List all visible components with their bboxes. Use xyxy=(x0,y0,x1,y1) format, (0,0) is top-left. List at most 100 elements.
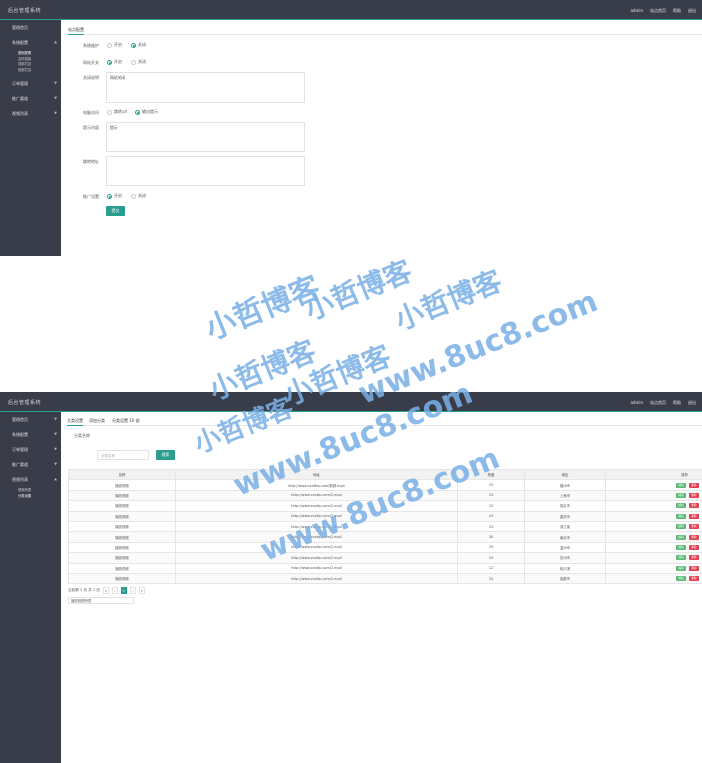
delete-button[interactable]: 删除 xyxy=(689,492,699,498)
radio-maintenance-off[interactable]: 关闭 xyxy=(131,42,146,48)
pager-next[interactable]: › xyxy=(129,587,136,594)
sidebar-subitem-bottom[interactable]: 底部栏目 xyxy=(0,68,61,74)
tab-add-category[interactable]: 添加分类 xyxy=(89,418,105,424)
sidebar-item-orders[interactable]: 订单管理 ▼ xyxy=(0,442,61,457)
radio-checked-icon xyxy=(107,59,112,65)
pager-first[interactable]: « xyxy=(102,587,109,594)
radio-site-off[interactable]: 关闭 xyxy=(131,59,146,65)
url-cell: http://www.xxxttp.com/2.mp4 xyxy=(175,552,458,564)
delete-button[interactable]: 删除 xyxy=(689,534,699,540)
edit-button[interactable]: 编辑 xyxy=(676,503,686,509)
actions-cell: 编辑 删除 xyxy=(605,541,702,554)
region-cell: 上海市 xyxy=(524,489,606,502)
nav-site-home[interactable]: 站点首页 xyxy=(650,400,666,406)
column-header: 操作 xyxy=(605,468,702,481)
top-nav: admin 站点首页 帮助 退出 xyxy=(630,8,696,14)
edit-button[interactable]: 编辑 xyxy=(676,576,686,582)
nav-user[interactable]: admin xyxy=(630,8,643,14)
actions-cell: 编辑 删除 xyxy=(605,489,702,502)
submit-button[interactable]: 提交 xyxy=(106,206,125,216)
chevron-down-icon: ▼ xyxy=(54,462,57,466)
tab-site-config[interactable]: 站点配置 xyxy=(68,27,84,35)
sidebar-item-system[interactable]: 系统配置 ▲ xyxy=(0,35,61,50)
app-title: 后台管理系统 xyxy=(8,400,42,406)
heat-cell: 25 xyxy=(457,489,525,502)
region-cell: 浙江省 xyxy=(524,520,606,533)
pager-last[interactable]: » xyxy=(138,587,145,594)
name-cell: 播放视频 xyxy=(68,510,176,522)
search-button[interactable]: 搜索 xyxy=(156,450,175,460)
radio-icon xyxy=(107,109,112,115)
edit-button[interactable]: 编辑 xyxy=(676,534,686,540)
url-cell: http://www.xxxttp.com/2.mp4 xyxy=(175,500,458,512)
delete-button[interactable]: 删除 xyxy=(689,482,699,488)
sidebar-item-home[interactable]: 管理首页 xyxy=(0,20,61,35)
settings-content: 站点配置 系统维护 开启 关闭 网站开关 开启 关闭 关闭说明 网站关闭 电脑访… xyxy=(61,20,702,256)
edit-button[interactable]: 编辑 xyxy=(676,482,686,488)
url-cell: http://www.xxxttp.com/2.mp4 xyxy=(175,510,458,522)
radio-promo-on[interactable]: 开启 xyxy=(107,193,122,199)
url-cell: http://www.xxxtttp.com/视频.mp4 xyxy=(175,479,458,491)
delete-button[interactable]: 删除 xyxy=(689,544,699,550)
radio-icon xyxy=(131,193,136,199)
radio-site-on[interactable]: 开启 xyxy=(107,59,122,65)
url-cell: http://www.xxxttp.com/2.mp4 xyxy=(175,531,458,543)
sidebar-subitem-category[interactable]: 分类设置 xyxy=(0,494,61,500)
tip-content-textarea[interactable]: 提示 xyxy=(106,122,305,152)
delete-button[interactable]: 删除 xyxy=(689,503,699,509)
delete-button[interactable]: 删除 xyxy=(689,565,699,571)
edit-button[interactable]: 编辑 xyxy=(676,492,686,498)
radio-promo-off[interactable]: 关闭 xyxy=(131,193,146,199)
sidebar-item-system[interactable]: 系统配置 ▼ xyxy=(0,427,61,442)
radio-pc-tip[interactable]: 输出提示 xyxy=(135,109,158,115)
sidebar-item-home[interactable]: 管理首页 ▼ xyxy=(0,412,61,427)
nav-logout[interactable]: 退出 xyxy=(688,8,696,14)
edit-button[interactable]: 编辑 xyxy=(676,555,686,561)
field-label: 跳转地址 xyxy=(83,159,99,164)
region-cell: 保定市 xyxy=(524,500,606,512)
name-cell: 播放视频 xyxy=(68,552,176,564)
edit-button[interactable]: 编辑 xyxy=(676,524,686,530)
sidebar-item-channels[interactable]: 推广渠道 ▼ xyxy=(0,91,61,106)
pager-page-1[interactable]: 1 xyxy=(120,587,127,594)
edit-button[interactable]: 编辑 xyxy=(676,544,686,550)
sidebar-item-videos[interactable]: 视频列表 ▼ xyxy=(0,106,61,121)
field-label: 提示内容 xyxy=(83,125,99,130)
search-input[interactable]: 分类名称 xyxy=(97,450,149,460)
nav-help[interactable]: 帮助 xyxy=(673,400,681,406)
nav-logout[interactable]: 退出 xyxy=(688,400,696,406)
heat-cell: 25 xyxy=(457,479,525,491)
heat-cell: 25 xyxy=(457,510,525,522)
page-select[interactable]: 播放视频列表 xyxy=(68,597,134,604)
radio-pc-redirect[interactable]: 跳转url xyxy=(107,109,127,115)
app-title: 后台管理系统 xyxy=(8,8,42,14)
sidebar-item-channels[interactable]: 推广渠道 ▼ xyxy=(0,457,61,472)
radio-maintenance-on[interactable]: 开启 xyxy=(107,42,122,48)
close-note-textarea[interactable]: 网站关闭 xyxy=(106,72,305,103)
url-cell: http://www.xxxttp.com/2.mp4 xyxy=(175,541,458,554)
edit-button[interactable]: 编辑 xyxy=(676,565,686,571)
delete-button[interactable]: 删除 xyxy=(689,513,699,519)
tab-category-settings[interactable]: 大类设置 xyxy=(67,418,83,426)
sidebar-item-orders[interactable]: 订单管理 ▼ xyxy=(0,76,61,91)
table-row: 播放视频 http://www.xxxtttp.com/视频.mp4 25 福州市 编辑… xyxy=(68,479,702,491)
redirect-url-textarea[interactable] xyxy=(106,156,305,186)
edit-button[interactable]: 编辑 xyxy=(676,513,686,519)
column-header: 热度 xyxy=(457,468,525,481)
heat-cell: 12 xyxy=(457,562,525,574)
tab-category-count[interactable]: 分类设置 10 部 xyxy=(112,418,140,424)
region-cell: 南京市 xyxy=(524,531,606,543)
delete-button[interactable]: 删除 xyxy=(689,555,699,561)
region-cell: 重庆市 xyxy=(524,510,606,522)
pager-prev[interactable]: ‹ xyxy=(111,587,118,594)
heat-cell: 29 xyxy=(457,541,525,554)
nav-help[interactable]: 帮助 xyxy=(673,8,681,14)
name-cell: 播放视频 xyxy=(68,479,176,491)
delete-button[interactable]: 删除 xyxy=(689,576,699,582)
delete-button[interactable]: 删除 xyxy=(689,524,699,530)
sidebar-item-videos[interactable]: 视频列表 ▲ xyxy=(0,472,61,487)
nav-site-home[interactable]: 站点首页 xyxy=(650,8,666,14)
table-row: 播放视频 http://www.xxxttp.com/2.mp4 12 哈尔滨 编辑 删除 xyxy=(68,562,702,574)
nav-user[interactable]: admin xyxy=(630,400,643,406)
name-cell: 播放视频 xyxy=(68,572,176,585)
